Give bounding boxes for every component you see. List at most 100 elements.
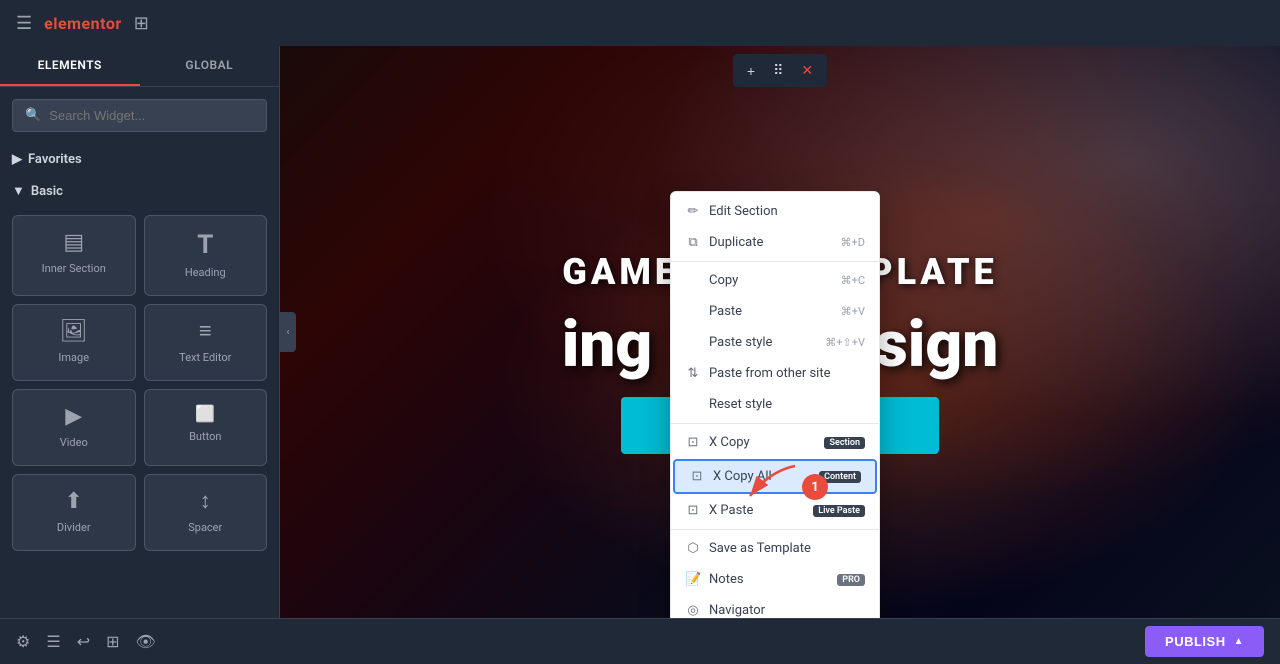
top-bar-left: ☰ elementor ⊞ (16, 13, 149, 34)
menu-label-edit-section: Edit Section (709, 204, 778, 219)
menu-item-reset-style[interactable]: Reset style (671, 389, 879, 420)
menu-label-notes: Notes (709, 572, 744, 587)
widget-heading[interactable]: T Heading (144, 215, 268, 296)
menu-label-paste: Paste (709, 304, 742, 319)
x-copy-all-icon: ⊡ (689, 469, 705, 484)
favorites-label: Favorites (28, 152, 82, 167)
divider-2 (671, 423, 879, 424)
paste-other-icon: ⇅ (685, 366, 701, 381)
menu-label-paste-other: Paste from other site (709, 366, 831, 381)
menu-item-left: 📝 Notes (685, 572, 744, 587)
menu-label-x-copy-all: X Copy All (713, 469, 772, 484)
duplicate-icon: ⧉ (685, 235, 701, 250)
sidebar: ELEMENTS GLOBAL 🔍 ▶ Favorites ▼ Basic ▤ … (0, 46, 280, 618)
menu-item-save-template[interactable]: ⬡ Save as Template (671, 533, 879, 564)
main-area: ELEMENTS GLOBAL 🔍 ▶ Favorites ▼ Basic ▤ … (0, 46, 1280, 618)
menu-item-copy[interactable]: Copy ⌘+C (671, 265, 879, 296)
annotation-number: 1 (802, 474, 828, 500)
menu-item-left: ⬡ Save as Template (685, 541, 811, 556)
menu-item-paste[interactable]: Paste ⌘+V (671, 296, 879, 327)
x-copy-icon: ⊡ (685, 435, 701, 450)
menu-item-paste-other[interactable]: ⇅ Paste from other site (671, 358, 879, 389)
x-paste-tag: Live Paste (813, 505, 865, 517)
image-icon: 🖼 (60, 321, 88, 343)
menu-item-left: ⊡ X Paste (685, 503, 753, 518)
search-input[interactable] (49, 108, 254, 123)
menu-label-reset-style: Reset style (709, 397, 772, 412)
menu-item-left: Paste (685, 304, 742, 319)
bottom-left: ⚙ ☰ ↩ ⊞ 👁 (16, 632, 156, 651)
collapse-handle[interactable]: ‹ (280, 312, 296, 352)
elementor-logo: elementor (44, 14, 122, 33)
menu-item-paste-style[interactable]: Paste style ⌘+⇧+V (671, 327, 879, 358)
settings-icon[interactable]: ⚙ (16, 632, 30, 651)
inner-section-icon: ▤ (63, 232, 84, 254)
move-section-button[interactable]: ⠿ (765, 58, 791, 83)
grid-icon[interactable]: ⊞ (134, 13, 149, 34)
menu-label-save-template: Save as Template (709, 541, 811, 556)
widget-label-spacer: Spacer (188, 521, 222, 534)
search-icon: 🔍 (25, 108, 41, 123)
preview-icon[interactable]: 👁 (136, 632, 156, 651)
favorites-header[interactable]: ▶ Favorites (0, 144, 279, 175)
menu-item-x-copy-all[interactable]: ⊡ X Copy All Content (673, 459, 877, 494)
layers-icon[interactable]: ☰ (46, 632, 60, 651)
publish-button[interactable]: PUBLISH ▲ (1145, 626, 1264, 657)
section-toolbar: + ⠿ ✕ (733, 54, 827, 87)
widget-spacer[interactable]: ↕ Spacer (144, 474, 268, 551)
basic-label: Basic (31, 184, 63, 199)
menu-item-left: Copy (685, 273, 738, 288)
publish-label: PUBLISH (1165, 634, 1226, 649)
menu-item-left: ◎ Navigator (685, 603, 765, 618)
menu-item-left: ✏ Edit Section (685, 204, 778, 219)
menu-label-duplicate: Duplicate (709, 235, 763, 250)
button-icon: ⬜ (195, 406, 215, 422)
menu-item-x-copy[interactable]: ⊡ X Copy Section (671, 427, 879, 458)
widget-image[interactable]: 🖼 Image (12, 304, 136, 381)
menu-label-paste-style: Paste style (709, 335, 772, 350)
search-box: 🔍 (12, 99, 267, 132)
add-section-button[interactable]: + (739, 59, 763, 83)
menu-item-duplicate[interactable]: ⧉ Duplicate ⌘+D (671, 227, 879, 258)
basic-header[interactable]: ▼ Basic (0, 175, 279, 207)
top-bar: ☰ elementor ⊞ (0, 0, 1280, 46)
x-copy-tag: Section (824, 437, 865, 449)
widget-button[interactable]: ⬜ Button (144, 389, 268, 466)
paste-shortcut: ⌘+V (841, 305, 865, 318)
divider-icon: ⬆ (65, 491, 83, 513)
basic-arrow: ▼ (12, 183, 25, 199)
favorites-arrow: ▶ (12, 152, 22, 167)
menu-item-notes[interactable]: 📝 Notes PRO (671, 564, 879, 595)
menu-label-copy: Copy (709, 273, 738, 288)
text-editor-icon: ≡ (199, 321, 212, 343)
spacer-icon: ↕ (200, 491, 211, 513)
menu-item-left: Reset style (685, 397, 772, 412)
tab-elements[interactable]: ELEMENTS (0, 46, 140, 86)
delete-section-button[interactable]: ✕ (793, 58, 821, 83)
widget-label-text-editor: Text Editor (179, 351, 231, 364)
menu-item-left: ⇅ Paste from other site (685, 366, 831, 381)
hamburger-icon[interactable]: ☰ (16, 13, 32, 34)
widget-text-editor[interactable]: ≡ Text Editor (144, 304, 268, 381)
history-icon[interactable]: ↩ (77, 632, 90, 651)
menu-item-x-paste[interactable]: ⊡ X Paste Live Paste (671, 495, 879, 526)
widget-grid: ▤ Inner Section T Heading 🖼 Image ≡ Text… (0, 207, 279, 559)
widget-divider[interactable]: ⬆ Divider (12, 474, 136, 551)
widget-label-button: Button (189, 430, 221, 443)
responsive-icon[interactable]: ⊞ (106, 632, 119, 651)
menu-item-edit-section[interactable]: ✏ Edit Section (671, 196, 879, 227)
widget-inner-section[interactable]: ▤ Inner Section (12, 215, 136, 296)
video-icon: ▶ (65, 406, 82, 428)
tab-global[interactable]: GLOBAL (140, 46, 280, 86)
menu-item-navigator[interactable]: ◎ Navigator (671, 595, 879, 618)
navigator-icon: ◎ (685, 603, 701, 618)
sidebar-tabs: ELEMENTS GLOBAL (0, 46, 279, 87)
menu-label-x-copy: X Copy (709, 435, 750, 450)
widget-label-image: Image (58, 351, 89, 364)
copy-shortcut: ⌘+C (841, 274, 865, 287)
context-menu: ✏ Edit Section ⧉ Duplicate ⌘+D Copy ⌘+C (670, 191, 880, 618)
notes-icon: 📝 (685, 572, 701, 587)
widget-video[interactable]: ▶ Video (12, 389, 136, 466)
menu-item-left: ⊡ X Copy (685, 435, 750, 450)
widget-label-divider: Divider (57, 521, 91, 534)
